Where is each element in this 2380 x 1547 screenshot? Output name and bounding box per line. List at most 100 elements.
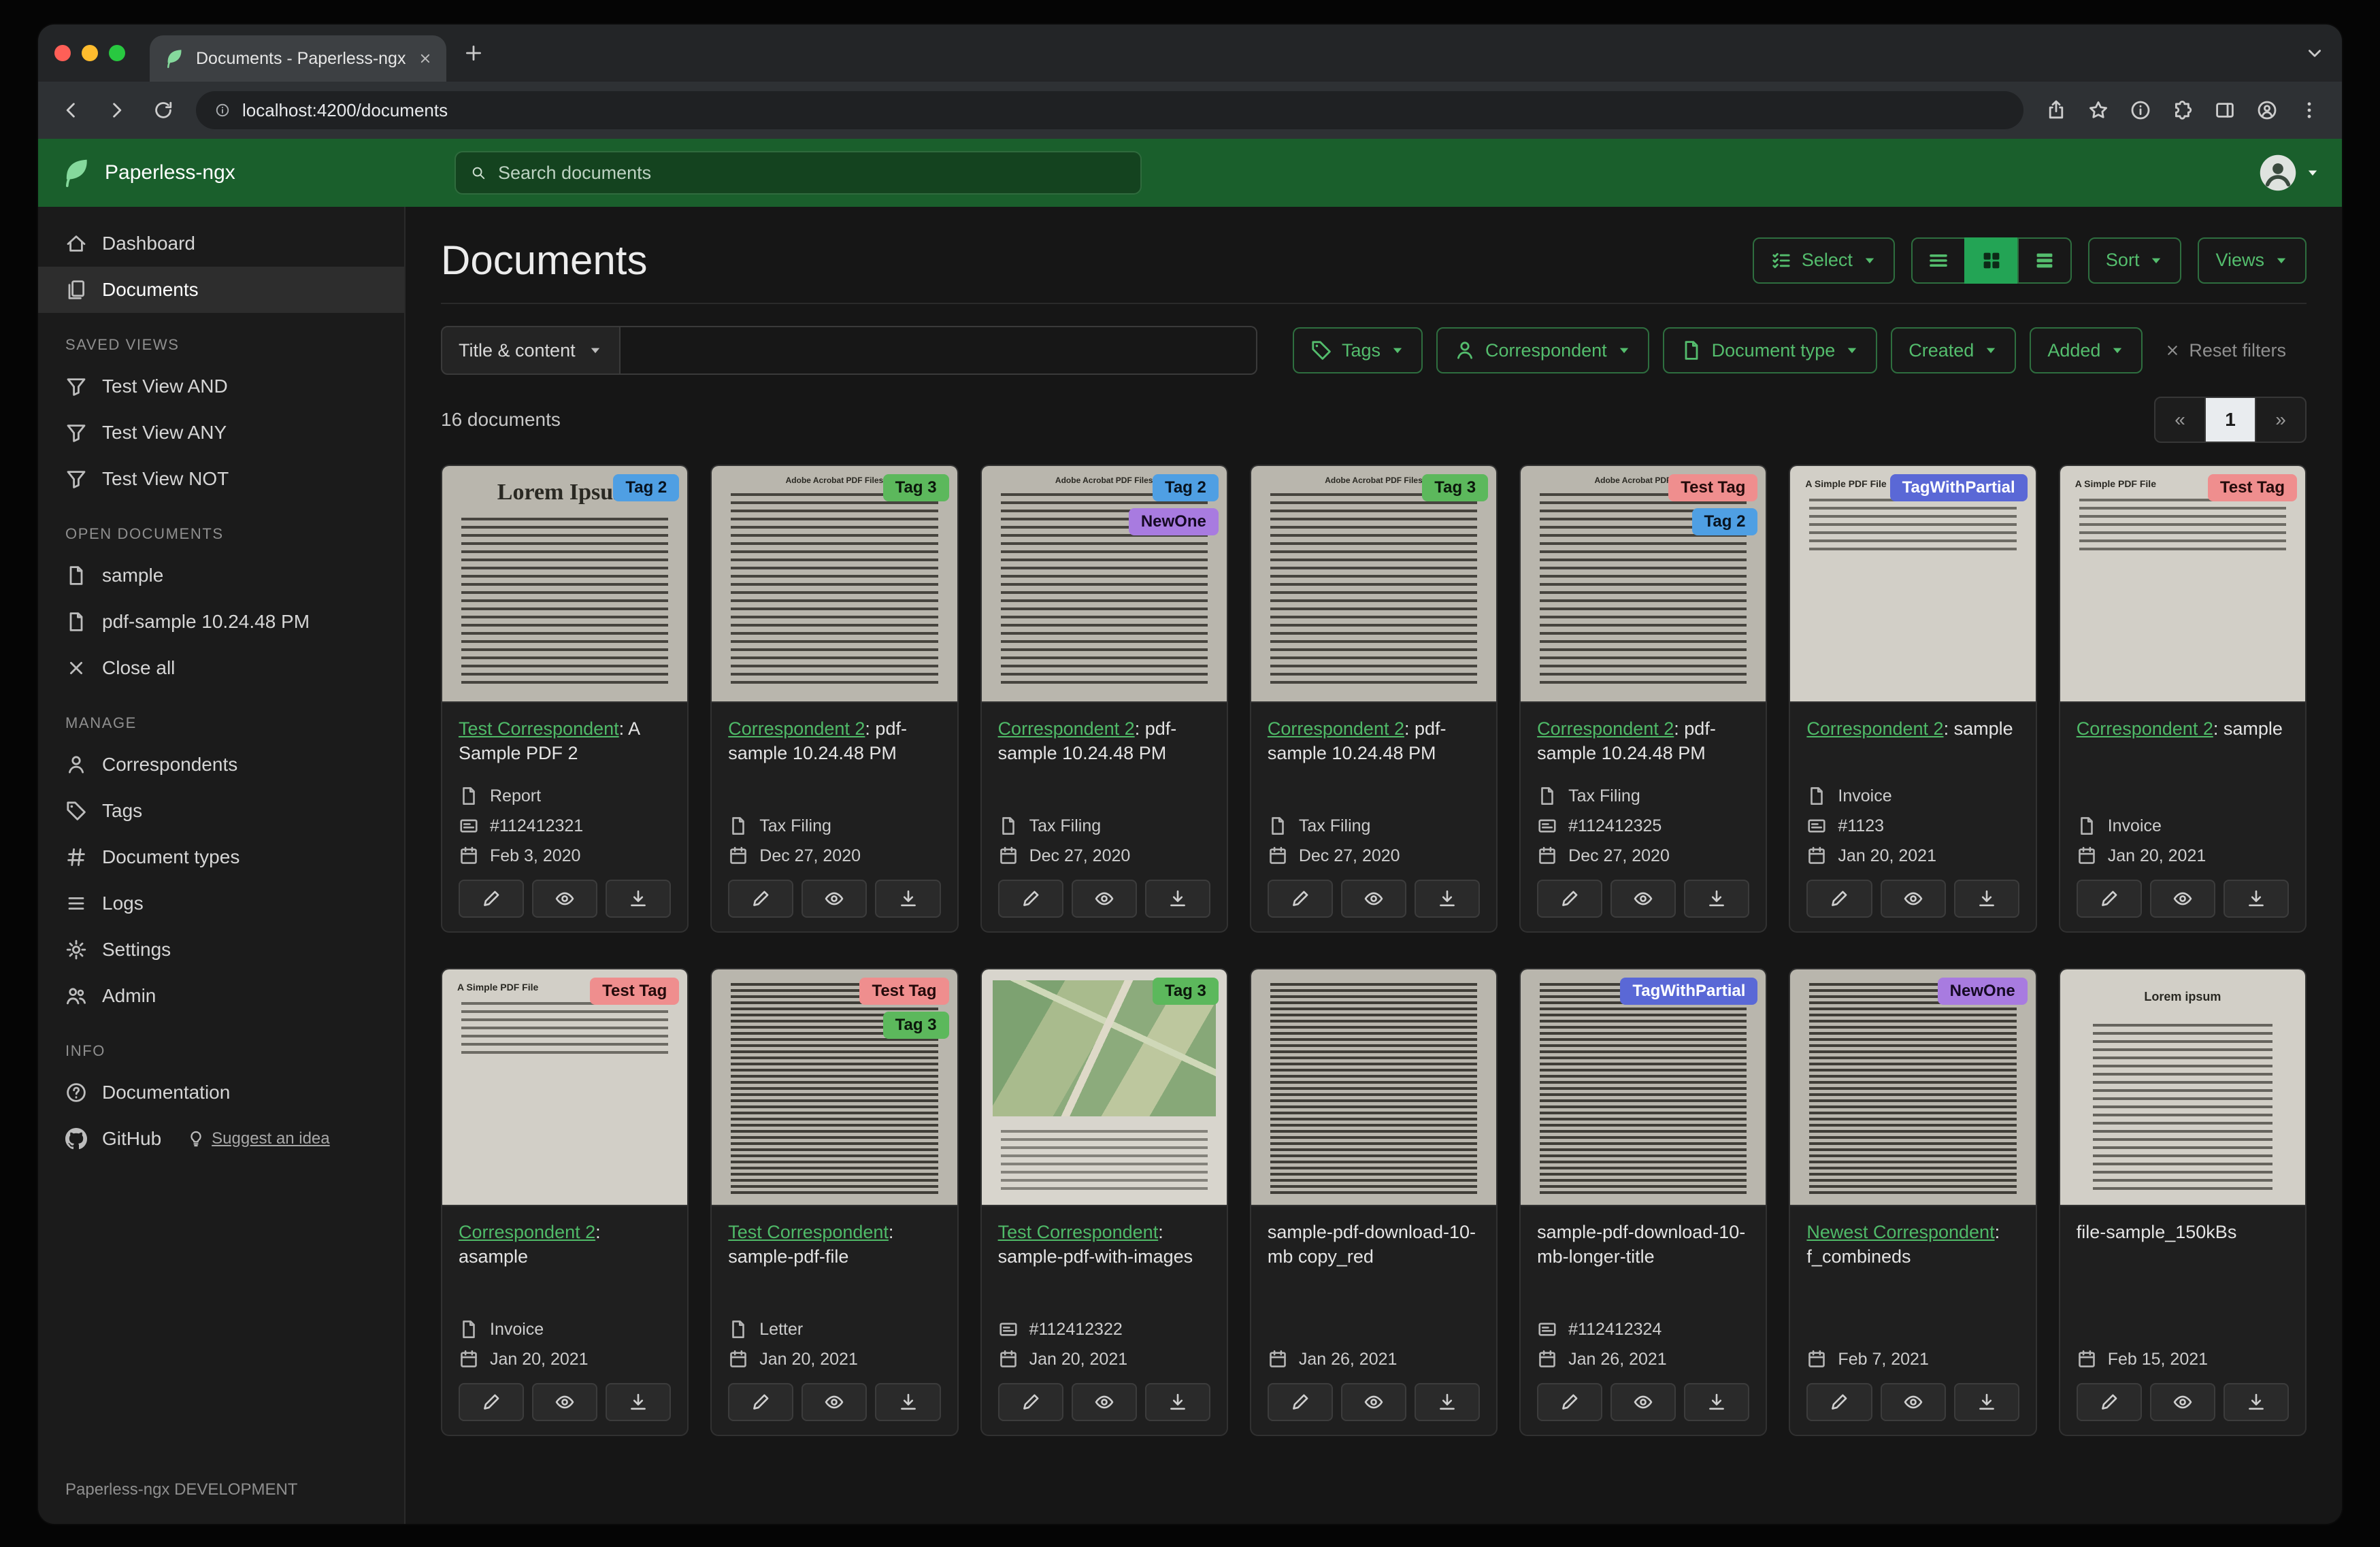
correspondent-link[interactable]: Correspondent 2	[1537, 718, 1674, 739]
view-button[interactable]	[1610, 1383, 1676, 1421]
document-thumbnail[interactable]: Lorem ipsum	[2060, 969, 2305, 1206]
edit-button[interactable]	[1267, 1383, 1333, 1421]
document-thumbnail[interactable]: Lorem Ipsum Tag 2	[442, 466, 688, 703]
list-view-button[interactable]	[1911, 237, 1966, 284]
view-button[interactable]	[1071, 1383, 1137, 1421]
view-button[interactable]	[1340, 1383, 1407, 1421]
download-button[interactable]	[1144, 880, 1210, 918]
sort-button[interactable]: Sort	[2087, 237, 2182, 284]
pagination-next-button[interactable]: »	[2255, 397, 2307, 443]
correspondent-link[interactable]: Correspondent 2	[1806, 718, 1943, 739]
download-button[interactable]	[2223, 880, 2289, 918]
correspondent-link[interactable]: Correspondent 2	[1268, 718, 1404, 739]
download-button[interactable]	[1684, 880, 1750, 918]
view-button[interactable]	[1610, 880, 1676, 918]
pagination-prev-button[interactable]: «	[2154, 397, 2206, 443]
correspondent-link[interactable]: Correspondent 2	[998, 718, 1135, 739]
sidebar-item-dashboard[interactable]: Dashboard	[38, 220, 404, 267]
edit-button[interactable]	[728, 880, 794, 918]
sidebar-item-suggest-an-idea[interactable]: Suggest an idea	[187, 1129, 330, 1148]
document-thumbnail[interactable]	[1251, 969, 1497, 1206]
download-button[interactable]	[1144, 1383, 1210, 1421]
download-button[interactable]	[875, 880, 941, 918]
menu-kebab-icon[interactable]	[2298, 99, 2320, 121]
edit-button[interactable]	[997, 880, 1063, 918]
user-menu[interactable]	[2258, 152, 2320, 193]
edit-button[interactable]	[728, 1383, 794, 1421]
info-icon[interactable]	[2130, 99, 2151, 121]
document-thumbnail[interactable]: Test Tag Tag 3	[712, 969, 957, 1206]
edit-button[interactable]	[459, 1383, 525, 1421]
edit-button[interactable]	[2076, 1383, 2142, 1421]
filter-added-button[interactable]: Added	[2030, 327, 2143, 373]
tag-badge[interactable]: Tag 2	[1152, 474, 1219, 501]
views-button[interactable]: Views	[2198, 237, 2307, 284]
view-button[interactable]	[801, 1383, 867, 1421]
document-thumbnail[interactable]: Tag 3	[981, 969, 1227, 1206]
tag-badge[interactable]: Tag 3	[882, 1012, 949, 1039]
share-icon[interactable]	[2045, 99, 2067, 121]
minimize-window-button[interactable]	[82, 45, 98, 61]
correspondent-link[interactable]: Test Correspondent	[728, 1222, 889, 1242]
download-button[interactable]	[1415, 1383, 1481, 1421]
grid-view-button[interactable]	[1964, 237, 2019, 284]
pagination-page-1-button[interactable]: 1	[2204, 397, 2256, 443]
tag-badge[interactable]: Tag 3	[882, 474, 949, 501]
sidebar-item-pdf-sample-10-24-48-pm[interactable]: pdf-sample 10.24.48 PM	[38, 599, 404, 645]
sidebar-item-github[interactable]: GitHub Suggest an idea	[38, 1116, 404, 1162]
tab-search-chevron-icon[interactable]	[2304, 42, 2326, 64]
tag-badge[interactable]: Tag 2	[1691, 508, 1758, 535]
close-window-button[interactable]	[54, 45, 71, 61]
tag-badge[interactable]: Test Tag	[1668, 474, 1758, 501]
filter-created-button[interactable]: Created	[1891, 327, 2017, 373]
download-button[interactable]	[1953, 1383, 2019, 1421]
download-button[interactable]	[606, 1383, 672, 1421]
address-bar[interactable]: localhost:4200/documents	[196, 91, 2023, 129]
download-button[interactable]	[1953, 880, 2019, 918]
tag-badge[interactable]: TagWithPartial	[1620, 978, 1758, 1005]
edit-button[interactable]	[1806, 880, 1872, 918]
select-button[interactable]: Select	[1752, 237, 1895, 284]
view-button[interactable]	[532, 1383, 598, 1421]
filter-tags-button[interactable]: Tags	[1293, 327, 1423, 373]
filter-correspondent-button[interactable]: Correspondent	[1436, 327, 1649, 373]
view-button[interactable]	[801, 880, 867, 918]
correspondent-link[interactable]: Test Correspondent	[998, 1222, 1159, 1242]
tag-badge[interactable]: TagWithPartial	[1889, 474, 2028, 501]
view-button[interactable]	[1340, 880, 1407, 918]
new-tab-button[interactable]	[463, 42, 484, 64]
document-thumbnail[interactable]: A Simple PDF File Test Tag	[442, 969, 688, 1206]
view-button[interactable]	[532, 880, 598, 918]
edit-button[interactable]	[1537, 1383, 1603, 1421]
sidebar-item-correspondents[interactable]: Correspondents	[38, 742, 404, 788]
view-button[interactable]	[1880, 880, 1946, 918]
view-button[interactable]	[1071, 880, 1137, 918]
tab-close-icon[interactable]	[418, 51, 433, 66]
view-button[interactable]	[2149, 880, 2215, 918]
tag-badge[interactable]: Tag 3	[1422, 474, 1489, 501]
tag-badge[interactable]: NewOne	[1937, 978, 2028, 1005]
document-thumbnail[interactable]: Adobe Acrobat PDF Files Test Tag Tag 2	[1521, 466, 1766, 703]
document-thumbnail[interactable]: A Simple PDF File TagWithPartial	[1790, 466, 2036, 703]
correspondent-link[interactable]: Correspondent 2	[728, 718, 865, 739]
bookmark-star-icon[interactable]	[2087, 99, 2109, 121]
tag-badge[interactable]: Test Tag	[590, 978, 680, 1005]
correspondent-link[interactable]: Test Correspondent	[459, 718, 619, 739]
sidebar-item-test-view-any[interactable]: Test View ANY	[38, 410, 404, 456]
browser-tab[interactable]: Documents - Paperless-ngx	[150, 35, 446, 82]
side-panel-icon[interactable]	[2214, 99, 2236, 121]
tag-badge[interactable]: Tag 2	[613, 474, 680, 501]
zoom-window-button[interactable]	[109, 45, 125, 61]
sidebar-item-sample[interactable]: sample	[38, 552, 404, 599]
sidebar-item-test-view-and[interactable]: Test View AND	[38, 363, 404, 410]
correspondent-link[interactable]: Correspondent 2	[2077, 718, 2213, 739]
reset-filters-button[interactable]: Reset filters	[2164, 340, 2286, 361]
profile-avatar-icon[interactable]	[2256, 99, 2278, 121]
sidebar-item-close-all[interactable]: Close all	[38, 645, 404, 691]
search-input[interactable]	[498, 162, 1125, 184]
filter-field-dropdown[interactable]: Title & content	[441, 326, 621, 375]
edit-button[interactable]	[1806, 1383, 1872, 1421]
download-button[interactable]	[1684, 1383, 1750, 1421]
download-button[interactable]	[2223, 1383, 2289, 1421]
view-button[interactable]	[2149, 1383, 2215, 1421]
